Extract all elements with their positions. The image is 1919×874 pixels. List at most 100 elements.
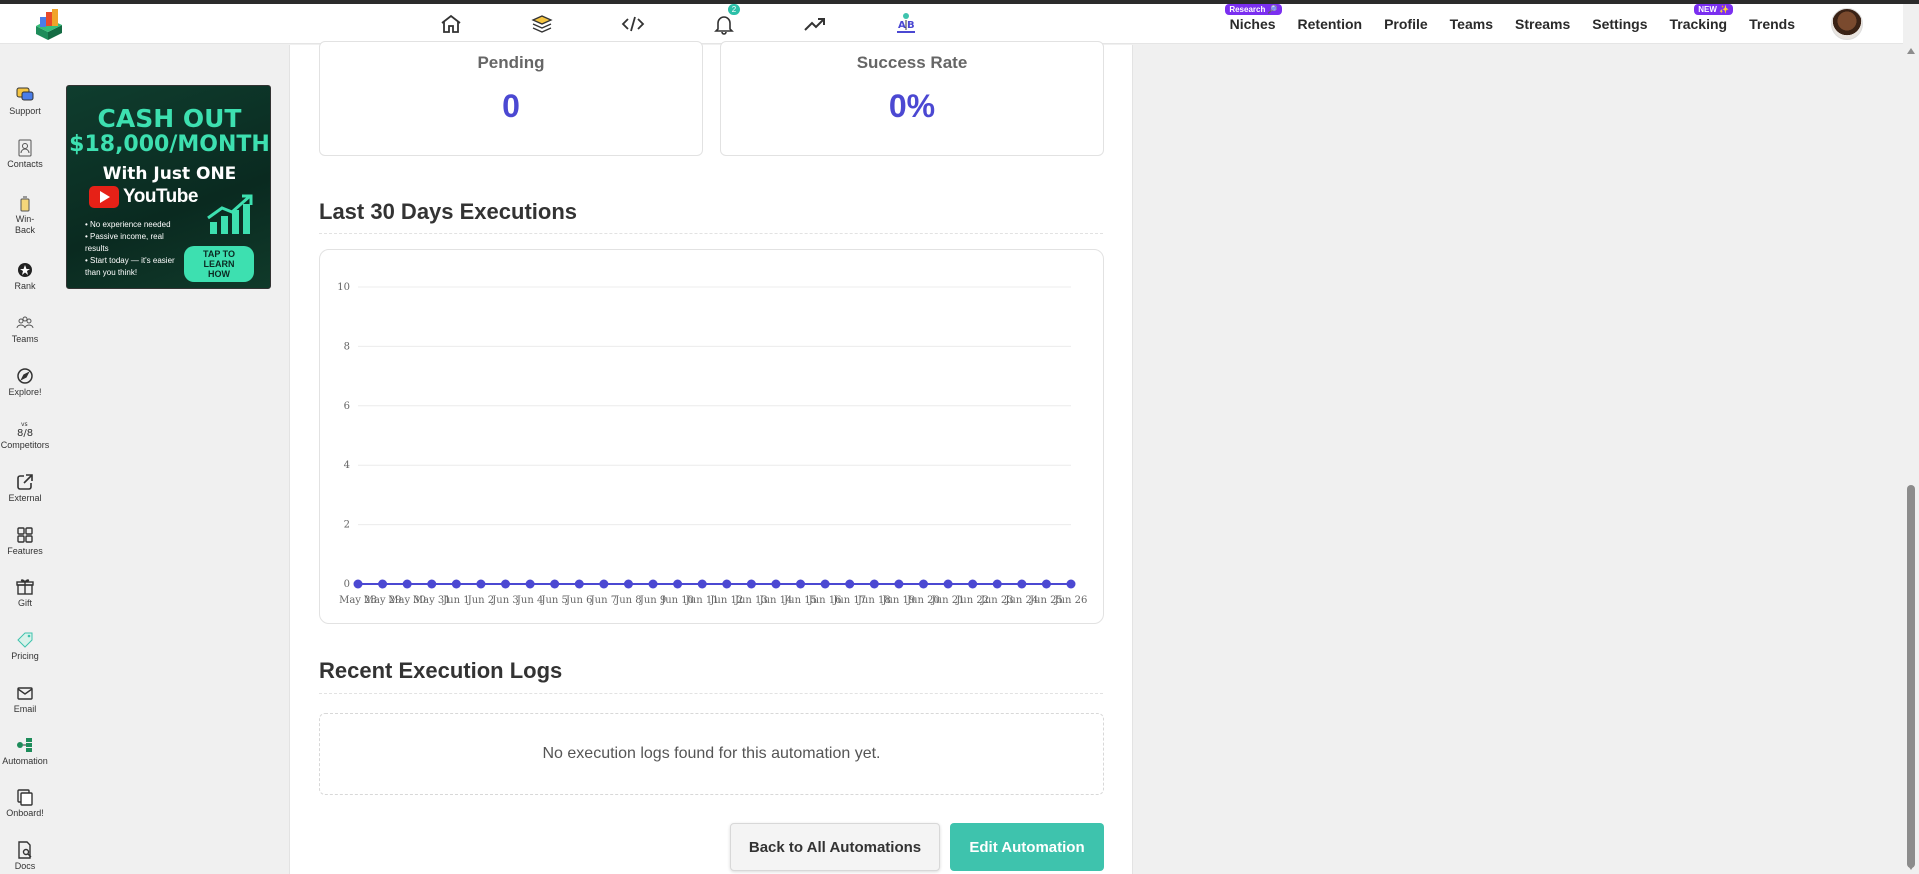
section-divider: [319, 233, 1103, 234]
edit-automation-button[interactable]: Edit Automation: [950, 823, 1104, 871]
sidebar-item-gift[interactable]: Gift: [0, 577, 50, 609]
data-point: [476, 579, 486, 589]
sidebar-item-competitors[interactable]: vs 8/8 Competitors: [0, 419, 50, 451]
support-icon: [16, 87, 34, 101]
svg-text:8/8: 8/8: [17, 428, 33, 439]
page-scrollbar[interactable]: [1903, 44, 1919, 874]
competitors-icon: vs8/8: [17, 421, 33, 439]
nav-link-settings[interactable]: Settings: [1592, 16, 1647, 32]
data-point: [943, 579, 953, 589]
sidebar-item-win-back[interactable]: Win- Back: [0, 193, 50, 236]
ad-subline: With Just ONE: [102, 164, 237, 184]
stat-value: 0%: [888, 88, 936, 124]
onboard-icon: [17, 789, 33, 806]
scroll-up-arrow-icon[interactable]: [1907, 48, 1915, 54]
stat-label: Success Rate: [856, 53, 968, 72]
sidebar-label: Docs: [14, 861, 36, 871]
features-icon: [17, 527, 33, 543]
sidebar-label: Teams: [11, 334, 39, 344]
nav-link-label: Tracking: [1669, 16, 1728, 32]
stat-card-pending: Pending 0: [319, 41, 703, 156]
automation-icon: [17, 738, 32, 752]
data-point: [673, 579, 683, 589]
logs-empty-state: No execution logs found for this automat…: [319, 713, 1104, 795]
scroll-down-arrow-icon[interactable]: [1907, 864, 1915, 870]
sidebar-item-email[interactable]: Email: [0, 683, 50, 715]
y-tick-label: 6: [344, 401, 350, 412]
gift-icon: [16, 579, 34, 595]
nav-link-profile[interactable]: Profile: [1384, 16, 1428, 32]
data-point: [746, 579, 756, 589]
code-icon[interactable]: [587, 8, 678, 40]
sidebar-item-docs[interactable]: Docs: [0, 840, 50, 872]
sidebar-label: Contacts: [7, 159, 43, 169]
user-avatar[interactable]: [1831, 8, 1863, 40]
sidebar-label: Features: [7, 546, 43, 556]
ab-test-icon[interactable]: AB: [860, 8, 951, 40]
sidebar-item-onboard[interactable]: Onboard!: [0, 787, 50, 819]
x-tick-label: Jun 5: [540, 595, 567, 606]
trending-icon[interactable]: [769, 8, 860, 40]
youtube-play-icon: [89, 186, 119, 208]
external-icon: [17, 474, 33, 490]
nav-link-label: Niches: [1229, 16, 1276, 32]
x-tick-label: Jun 3: [491, 595, 518, 606]
data-point: [894, 579, 904, 589]
sidebar-label: Win- Back: [14, 214, 35, 235]
data-point: [697, 579, 707, 589]
sidebar-label: Onboard!: [6, 808, 44, 818]
x-tick-label: Jun 1: [442, 595, 469, 606]
x-tick-label: Jun 2: [467, 595, 494, 606]
sidebar-item-teams[interactable]: Teams: [0, 313, 50, 345]
nav-link-label: Retention: [1297, 16, 1363, 32]
nav-link-tracking[interactable]: Tracking NEW ✨: [1669, 4, 1734, 32]
explore-icon: [17, 368, 33, 384]
sidebar-item-contacts[interactable]: Contacts: [0, 138, 50, 170]
x-tick-label: Jun 6: [565, 595, 592, 606]
nav-link-teams[interactable]: Teams: [1450, 16, 1493, 32]
layers-icon[interactable]: [496, 8, 587, 40]
home-icon[interactable]: [405, 8, 496, 40]
nav-link-label: Settings: [1592, 16, 1648, 32]
ad-bullet: • Start today — it's easier than you thi…: [85, 256, 175, 277]
youtube-logo: YouTube: [89, 186, 198, 208]
app-logo-icon[interactable]: [32, 6, 66, 42]
ad-banner[interactable]: CASH OUT $18,000/MONTH With Just ONE You…: [66, 85, 271, 289]
svg-text:B: B: [907, 20, 915, 31]
right-text-nav: Niches Research 🔎 Retention Profile Team…: [1208, 4, 1795, 44]
sidebar-label: Automation: [2, 756, 48, 766]
research-tag: Research 🔎: [1225, 4, 1282, 15]
rank-icon: [18, 263, 32, 277]
back-to-automations-button[interactable]: Back to All Automations: [730, 823, 940, 871]
ad-bullet: • No experience needed: [85, 220, 171, 229]
section-divider: [319, 693, 1103, 694]
main-content: Pending 0 Success Rate 0% Last 30 Days E…: [289, 41, 1133, 874]
center-icon-nav: 2 AB: [405, 4, 951, 40]
sidebar-item-explore[interactable]: Explore!: [0, 366, 50, 398]
data-point: [378, 579, 388, 589]
sidebar-item-automation[interactable]: Automation: [0, 735, 50, 767]
executions-line-chart: 0246810May 28May 29May 30May 31Jun 1Jun …: [337, 282, 1087, 606]
y-tick-label: 4: [344, 460, 350, 471]
sidebar-item-pricing[interactable]: Pricing: [0, 630, 50, 662]
sidebar-item-support[interactable]: Support: [0, 85, 50, 117]
nav-link-trends[interactable]: Trends: [1749, 16, 1795, 32]
sidebar-item-features[interactable]: Features: [0, 525, 50, 557]
nav-link-label: Trends: [1749, 16, 1795, 32]
nav-link-label: Profile: [1384, 16, 1428, 32]
data-point: [402, 579, 412, 589]
ad-cta-button[interactable]: TAP TO LEARN HOW: [184, 246, 254, 282]
sidebar-label: Explore!: [8, 387, 42, 397]
nav-link-niches[interactable]: Niches Research 🔎: [1225, 4, 1282, 32]
executions-section-title: Last 30 Days Executions: [319, 199, 578, 224]
data-point: [353, 579, 363, 589]
nav-link-streams[interactable]: Streams: [1515, 16, 1570, 32]
nav-link-retention[interactable]: Retention: [1298, 16, 1363, 32]
bell-icon[interactable]: 2: [678, 4, 769, 40]
sidebar-label: Pricing: [11, 651, 39, 661]
logs-empty-message: No execution logs found for this automat…: [542, 745, 881, 762]
scrollbar-thumb[interactable]: [1907, 485, 1915, 868]
sidebar-item-rank[interactable]: Rank: [0, 260, 50, 292]
data-point: [820, 579, 830, 589]
sidebar-item-external[interactable]: External: [0, 472, 50, 504]
